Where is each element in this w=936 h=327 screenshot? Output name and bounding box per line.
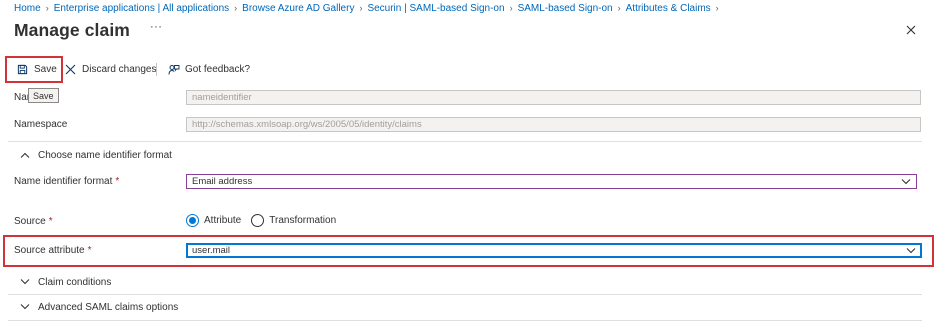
name-id-format-label: Name identifier format * — [14, 176, 119, 187]
advanced-saml-label: Advanced SAML claims options — [38, 301, 179, 313]
chevron-right-icon: › — [45, 3, 49, 13]
divider — [8, 294, 922, 295]
title-row: Manage claim ··· — [14, 17, 162, 43]
chevron-up-icon — [20, 152, 30, 158]
page-title: Manage claim — [14, 19, 130, 40]
advanced-saml-section-toggle[interactable]: Advanced SAML claims options — [20, 300, 178, 314]
namespace-label: Namespace — [14, 119, 68, 130]
claim-conditions-section-toggle[interactable]: Claim conditions — [20, 275, 111, 289]
more-options-icon[interactable]: ··· — [150, 21, 163, 33]
source-attribute-dropdown[interactable]: user.mail — [186, 243, 922, 258]
source-attribute-value: user.mail — [192, 245, 231, 256]
command-bar: Save Discard changes Got feedback? — [0, 56, 936, 83]
chevron-down-icon — [906, 248, 916, 254]
required-marker: * — [87, 245, 92, 256]
radio-attribute-label[interactable]: Attribute — [204, 215, 241, 226]
breadcrumb-gallery[interactable]: Browse Azure AD Gallery — [242, 3, 354, 14]
breadcrumb-securin[interactable]: Securin | SAML-based Sign-on — [367, 3, 504, 14]
chevron-down-icon — [901, 179, 911, 185]
breadcrumb-attributes[interactable]: Attributes & Claims — [626, 3, 711, 14]
radio-transformation-label[interactable]: Transformation — [269, 215, 336, 226]
chevron-right-icon: › — [234, 3, 238, 13]
source-attribute-label-text: Source attribute — [14, 245, 85, 256]
toolbar-divider — [156, 63, 157, 76]
close-icon — [906, 25, 916, 35]
save-icon — [17, 64, 28, 75]
name-id-format-value: Email address — [192, 176, 253, 187]
save-label: Save — [34, 64, 57, 75]
required-marker: * — [115, 176, 120, 187]
close-button[interactable] — [902, 21, 920, 39]
chevron-right-icon: › — [359, 3, 363, 13]
source-attribute-label: Source attribute * — [14, 245, 92, 256]
radio-dot — [189, 216, 196, 224]
feedback-label: Got feedback? — [185, 64, 251, 75]
divider — [8, 141, 922, 142]
discard-label: Discard changes — [82, 64, 157, 75]
chevron-down-icon — [20, 304, 30, 310]
breadcrumb-enterprise-apps[interactable]: Enterprise applications | All applicatio… — [54, 3, 229, 14]
source-label: Source * — [14, 216, 53, 227]
save-button[interactable]: Save — [5, 56, 63, 83]
chevron-down-icon — [20, 279, 30, 285]
required-marker: * — [48, 216, 53, 227]
chevron-right-icon: › — [617, 3, 621, 13]
chevron-right-icon: › — [509, 3, 513, 13]
discard-icon — [65, 64, 76, 75]
namespace-input[interactable]: http://schemas.xmlsoap.org/ws/2005/05/id… — [186, 117, 921, 132]
name-id-format-section-label: Choose name identifier format — [38, 149, 172, 161]
feedback-button[interactable]: Got feedback? — [168, 56, 250, 83]
feedback-icon — [168, 64, 180, 75]
source-radio-group: Attribute Transformation — [186, 213, 346, 227]
breadcrumb-home[interactable]: Home — [14, 3, 41, 14]
claim-conditions-label: Claim conditions — [38, 276, 112, 288]
radio-transformation[interactable] — [251, 213, 265, 227]
name-id-format-section-toggle[interactable]: Choose name identifier format — [20, 148, 172, 162]
name-id-format-label-text: Name identifier format — [14, 176, 113, 187]
name-input[interactable]: nameidentifier — [186, 90, 921, 105]
save-tooltip: Save — [28, 88, 59, 103]
source-label-text: Source — [14, 216, 46, 227]
name-id-format-dropdown[interactable]: Email address — [186, 174, 917, 189]
radio-attribute[interactable] — [186, 213, 199, 227]
divider — [8, 320, 922, 321]
discard-changes-button[interactable]: Discard changes — [65, 56, 156, 83]
chevron-right-icon: › — [715, 3, 719, 13]
breadcrumb: Home › Enterprise applications | All app… — [14, 1, 724, 15]
breadcrumb-saml[interactable]: SAML-based Sign-on — [518, 3, 613, 14]
